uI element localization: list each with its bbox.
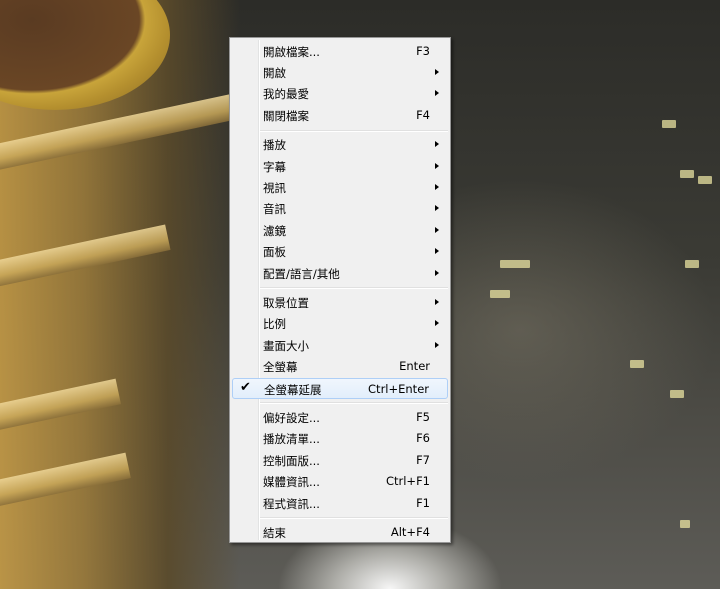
menu-item[interactable]: 播放 — [232, 134, 448, 155]
menu-item-label: 偏好設定... — [263, 410, 320, 425]
city-light — [630, 360, 644, 368]
menu-item-shortcut: F7 — [416, 452, 430, 467]
menu-item[interactable]: 全螢幕 Enter — [232, 356, 448, 377]
menu-item[interactable]: 畫面大小 — [232, 335, 448, 356]
submenu-arrow-icon — [435, 162, 439, 169]
menu-item-shortcut: Ctrl+Enter — [368, 381, 429, 396]
menu-item-label: 濾鏡 — [263, 223, 286, 238]
submenu-arrow-icon — [435, 269, 439, 276]
menu-item-label: 我的最愛 — [263, 87, 309, 102]
checkmark-icon: ✔ — [240, 379, 251, 395]
menu-item-label: 播放 — [263, 138, 286, 153]
submenu-arrow-icon — [435, 68, 439, 75]
menu-item-label: 視訊 — [263, 180, 286, 195]
submenu-arrow-icon — [435, 141, 439, 148]
menu-item-label: 程式資訊... — [263, 496, 320, 511]
menu-item[interactable]: 面板 — [232, 241, 448, 262]
menu-item-label: 關閉檔案 — [263, 108, 309, 123]
menu-item-label: 配置/語言/其他 — [263, 266, 340, 281]
city-lights — [480, 100, 720, 560]
menu-item-shortcut: Ctrl+F1 — [385, 474, 430, 489]
menu-separator — [260, 129, 448, 132]
menu-item[interactable]: 程式資訊... F1 — [232, 493, 448, 514]
menu-item-shortcut: F4 — [416, 107, 430, 122]
menu-item[interactable]: 取景位置 — [232, 292, 448, 313]
menu-item-label: 媒體資訊... — [263, 475, 320, 490]
city-light — [685, 260, 699, 268]
menu-item[interactable]: 媒體資訊... Ctrl+F1 — [232, 471, 448, 492]
menu-item[interactable]: 視訊 — [232, 177, 448, 198]
menu-item-label: 字幕 — [263, 159, 286, 174]
menu-item-label: 開啟檔案... — [263, 44, 320, 59]
city-light — [680, 520, 690, 528]
menu-separator — [260, 402, 448, 405]
menu-item[interactable]: ✔ 全螢幕延展 Ctrl+Enter — [232, 377, 448, 399]
menu-item[interactable]: 關閉檔案 F4 — [232, 105, 448, 126]
menu-item[interactable]: 結束 Alt+F4 — [232, 522, 448, 543]
city-light — [490, 290, 510, 298]
menu-item-label: 畫面大小 — [263, 338, 309, 353]
menu-item-label: 控制面版... — [263, 453, 320, 468]
submenu-arrow-icon — [435, 226, 439, 233]
submenu-arrow-icon — [435, 298, 439, 305]
menu-item-label: 面板 — [263, 245, 286, 260]
city-light — [680, 170, 694, 178]
menu-item[interactable]: 控制面版... F7 — [232, 450, 448, 471]
menu-item-label: 取景位置 — [263, 295, 309, 310]
submenu-arrow-icon — [435, 205, 439, 212]
menu-item[interactable]: 我的最愛 — [232, 83, 448, 104]
menu-item-label: 全螢幕延展 — [264, 382, 322, 397]
menu-item-label: 播放清單... — [263, 432, 320, 447]
menu-item[interactable]: 偏好設定... F5 — [232, 407, 448, 428]
menu-item[interactable]: 配置/語言/其他 — [232, 263, 448, 284]
menu-item[interactable]: 音訊 — [232, 198, 448, 219]
city-light — [662, 120, 676, 128]
submenu-arrow-icon — [435, 320, 439, 327]
menu-item-shortcut: F1 — [416, 495, 430, 510]
menu-item[interactable]: 開啟檔案... F3 — [232, 41, 448, 62]
menu-item-shortcut: F3 — [416, 43, 430, 58]
menu-item-label: 比例 — [263, 317, 286, 332]
context-menu: 開啟檔案... F3 開啟我的最愛關閉檔案 F4 播放字幕視訊音訊濾鏡面板配置/語言/其… — [229, 37, 451, 543]
submenu-arrow-icon — [435, 248, 439, 255]
submenu-arrow-icon — [435, 183, 439, 190]
menu-separator — [260, 517, 448, 520]
menu-separator — [260, 287, 448, 290]
menu-item-shortcut: F5 — [416, 409, 430, 424]
menu-item-label: 音訊 — [263, 202, 286, 217]
menu-item-label: 結束 — [263, 525, 286, 540]
menu-item[interactable]: 比例 — [232, 313, 448, 334]
menu-item-label: 全螢幕 — [263, 360, 298, 375]
menu-item[interactable]: 字幕 — [232, 156, 448, 177]
menu-item-shortcut: F6 — [416, 431, 430, 446]
city-light — [698, 176, 712, 184]
submenu-arrow-icon — [435, 341, 439, 348]
submenu-arrow-icon — [435, 90, 439, 97]
menu-item[interactable]: 播放清單... F6 — [232, 428, 448, 449]
menu-item-label: 開啟 — [263, 65, 286, 80]
city-light — [670, 390, 684, 398]
city-light — [500, 260, 530, 268]
menu-item[interactable]: 開啟 — [232, 62, 448, 83]
menu-item[interactable]: 濾鏡 — [232, 220, 448, 241]
menu-item-shortcut: Alt+F4 — [390, 524, 430, 539]
menu-item-shortcut: Enter — [399, 359, 430, 374]
